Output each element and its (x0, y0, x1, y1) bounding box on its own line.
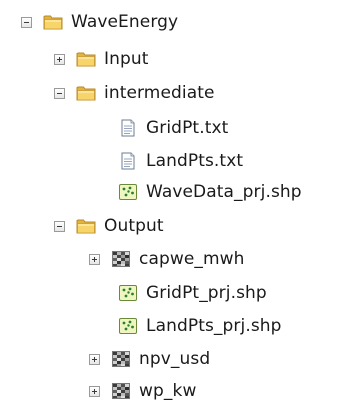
node-label-wp-kw: wp_kw (139, 381, 197, 401)
raster-icon (111, 350, 131, 368)
node-label-wave-energy: WaveEnergy (71, 12, 179, 32)
tree-node-gridpt-prj-shp[interactable]: GridPt_prj.shp (118, 275, 267, 311)
tree-node-output[interactable]: Output (54, 208, 164, 244)
catalog-tree: WaveEnergy Input intermediate GridPt.txt… (0, 0, 350, 408)
tree-node-npv-usd[interactable]: npv_usd (89, 341, 210, 377)
tree-node-intermediate[interactable]: intermediate (54, 75, 215, 111)
folder-icon (76, 84, 96, 102)
collapse-toggle-icon[interactable] (54, 87, 65, 99)
node-label-capwe-mwh: capwe_mwh (139, 249, 245, 269)
node-label-npv-usd: npv_usd (139, 349, 211, 369)
tree-node-wp-kw[interactable]: wp_kw (89, 373, 196, 409)
expand-toggle-icon[interactable] (89, 253, 100, 265)
point-shapefile-icon (118, 317, 138, 335)
expand-toggle-icon[interactable] (89, 353, 100, 365)
tree-node-wavedata-prj-shp[interactable]: WaveData_prj.shp (118, 174, 302, 210)
node-label-intermediate: intermediate (104, 83, 215, 103)
folder-icon (76, 50, 96, 68)
tree-node-landpts-prj-shp[interactable]: LandPts_prj.shp (118, 308, 282, 344)
tree-node-gridpt-txt[interactable]: GridPt.txt (118, 110, 228, 146)
node-label-landpts-prj-shp: LandPts_prj.shp (146, 316, 282, 336)
node-label-landpts-txt: LandPts.txt (146, 151, 244, 171)
tree-node-input[interactable]: Input (54, 41, 149, 77)
node-label-input: Input (104, 49, 149, 69)
tree-node-capwe-mwh[interactable]: capwe_mwh (89, 241, 245, 277)
node-label-wavedata-prj-shp: WaveData_prj.shp (146, 182, 302, 202)
folder-icon (76, 217, 96, 235)
node-label-output: Output (104, 216, 164, 236)
text-file-icon (118, 152, 138, 170)
node-label-gridpt-prj-shp: GridPt_prj.shp (146, 283, 267, 303)
expand-toggle-icon[interactable] (89, 385, 100, 397)
point-shapefile-icon (118, 183, 138, 201)
folder-icon (43, 13, 63, 31)
raster-icon (111, 250, 131, 268)
raster-icon (111, 382, 131, 400)
point-shapefile-icon (118, 284, 138, 302)
expand-toggle-icon[interactable] (54, 53, 65, 65)
text-file-icon (118, 119, 138, 137)
tree-node-wave-energy[interactable]: WaveEnergy (21, 4, 178, 40)
node-label-gridpt-txt: GridPt.txt (146, 118, 229, 138)
collapse-toggle-icon[interactable] (21, 16, 32, 28)
collapse-toggle-icon[interactable] (54, 220, 65, 232)
